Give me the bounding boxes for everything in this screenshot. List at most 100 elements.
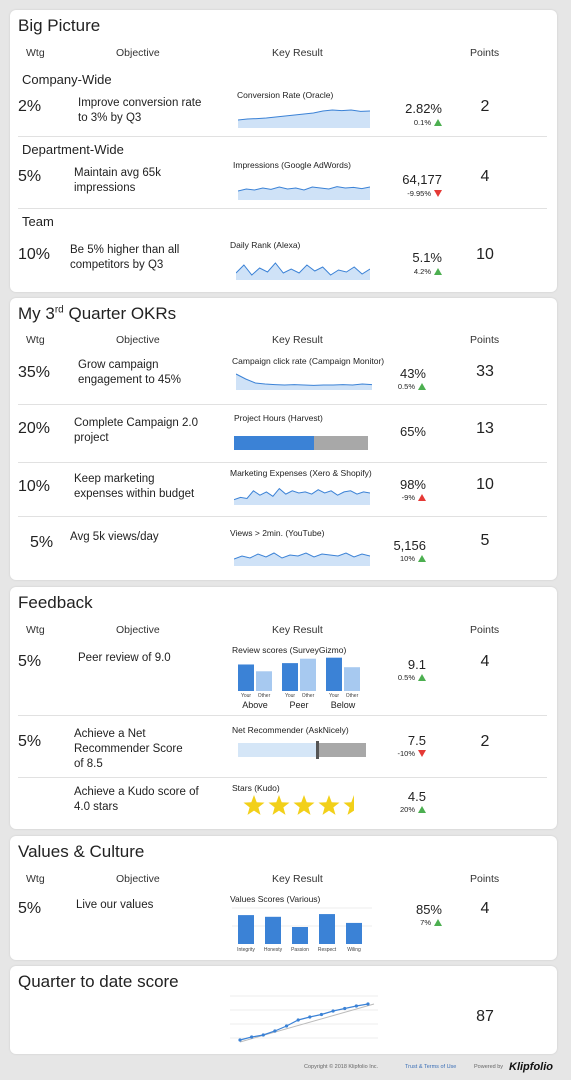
header-key-result: Key Result [272,47,323,59]
divider [18,208,547,209]
values-scores-chart: Integrity Honesty Passion Respect Wiling [232,907,372,953]
trend-up-icon [418,383,426,390]
trend-up-icon [434,119,442,126]
key-result-label: Project Hours (Harvest) [234,413,323,423]
key-result-label: Review scores (SurveyGizmo) [232,645,347,655]
kr-change: 7% [372,918,442,927]
trend-down-icon [434,190,442,197]
sparkline-area [236,374,372,390]
kr-value: 9.1 [407,657,426,672]
change-text: 0.5% [397,673,415,682]
score-line [239,1003,369,1041]
bar-label: Your [241,693,251,699]
key-result-label: Views > 2min. (YouTube) [230,528,325,538]
header-objective: Objective [116,47,160,59]
trust-terms-link[interactable]: Trust & Terms of Use [405,1064,456,1070]
title-superscript: rd [54,304,64,316]
weight: 5% [18,168,42,185]
value-bar [238,915,254,944]
header-key-result: Key Result [272,624,323,636]
data-point [238,1038,242,1042]
header-objective: Objective [116,873,160,885]
okr-row: 5% Peer review of 9.0 Review scores (Sur… [10,641,557,715]
objective-line: impressions [74,182,136,194]
kr-value: 5.1% [412,250,442,265]
weight: 5% [18,733,42,750]
objective-line: competitors by Q3 [70,259,164,271]
weight: 5% [18,653,42,670]
weight: 35% [18,364,51,381]
objective-line: Achieve a Kudo score of [74,786,199,798]
header-points: Points [470,624,500,636]
objective-line: engagement to 45% [78,374,181,386]
kr-change: 10% [356,554,426,563]
data-point [284,1024,289,1028]
title-text: Quarter OKRs [63,304,177,323]
star-rating [243,795,354,815]
progress-fill [234,436,315,450]
card-title: My 3rd Quarter OKRs [18,304,176,324]
okr-row: 10% Keep marketing expenses within budge… [10,464,557,516]
okr-row: Company-Wide 2% Improve conversion rate … [10,68,557,134]
qtd-score: 87 [476,1008,494,1025]
sparkline [236,262,370,280]
bar-label: Other [302,693,315,699]
trend-down-icon [418,750,426,757]
data-point [261,1033,265,1037]
okr-row: 35% Grow campaign engagement to 45% Camp… [10,350,557,404]
kr-value: 4.5 [407,789,426,804]
objective-line: Achieve a Net [74,728,146,740]
star-icon [293,795,315,815]
weight: 20% [18,420,51,437]
objective: Complete Campaign 2.0 project [74,416,224,446]
objective-line: Improve conversion rate [78,97,202,109]
key-result-label: Values Scores (Various) [230,894,321,904]
points: 4 [480,168,490,185]
sparkline [238,186,370,200]
category-label: Respect [318,947,337,953]
objective: Avg 5k views/day [70,530,220,545]
objective: Achieve a Kudo score of 4.0 stars [74,785,224,815]
bar-your [326,657,342,691]
data-point [273,1029,277,1033]
bar-other [256,671,272,691]
objective-line: Complete Campaign 2.0 [74,417,199,429]
trend-up-icon [418,494,426,501]
group-label: Above [242,700,268,710]
header-objective: Objective [116,334,160,346]
bar-your [282,663,298,691]
points: 2 [480,98,490,115]
kr-value: 5,156 [393,538,426,553]
data-point [331,1009,335,1013]
kr-change: 0.5% [356,382,426,391]
trend-up-icon [434,268,442,275]
divider [18,777,547,778]
kr-value: 7.5 [407,733,426,748]
okr-row: Team 10% Be 5% higher than all competito… [10,210,557,290]
objective: Grow campaign engagement to 45% [78,358,228,388]
objective-line: Peer review of 9.0 [78,652,171,664]
points: 33 [476,363,494,380]
bar-your [238,664,254,691]
bar-other [300,658,316,691]
progress-marker [316,741,320,759]
qtd-line-chart [230,995,378,1043]
bar-label: Other [258,693,271,699]
bar-label: Other [346,693,359,699]
header-points: Points [470,873,500,885]
category-label: Integrity [237,947,255,953]
kr-change: 4.2% [372,267,442,276]
value-bar [292,927,308,944]
bar-label: Your [329,693,339,699]
header-key-result: Key Result [272,334,323,346]
star-icon [268,795,290,815]
klipfolio-logo: Klipfolio [509,1061,553,1073]
change-text: 10% [399,554,415,563]
kr-change: -9.95% [372,189,442,198]
key-result-label: Campaign click rate (Campaign Monitor) [232,356,385,366]
review-scores-chart: Your OtherAboveYour OtherPeerYour OtherBelo… [238,657,360,710]
objective-line: Keep marketing [74,473,155,485]
header-points: Points [470,334,500,346]
weight: 10% [18,246,51,263]
header-wtg: Wtg [26,334,45,346]
